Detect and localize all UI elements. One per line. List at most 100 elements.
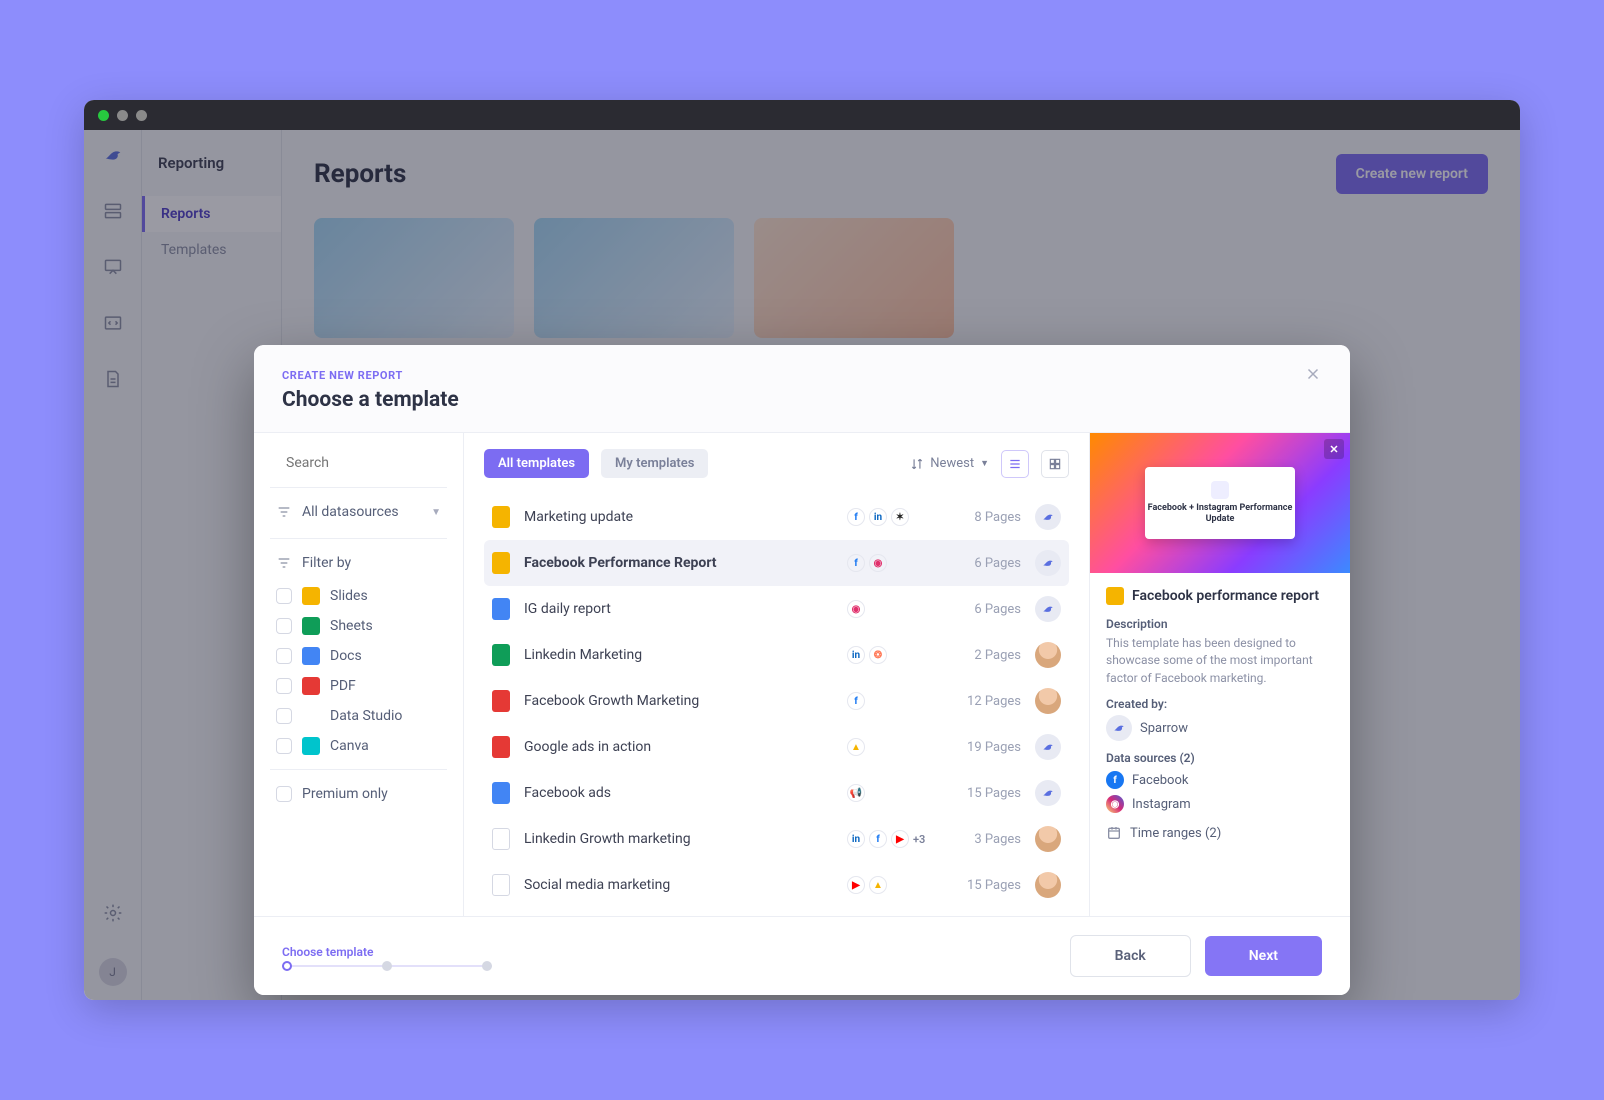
- back-button[interactable]: Back: [1070, 935, 1191, 977]
- source-icons: inf▶+3: [847, 830, 937, 848]
- window-min-dot[interactable]: [117, 110, 128, 121]
- created-by-label: Created by:: [1106, 697, 1334, 711]
- preview-close-icon[interactable]: [1324, 439, 1344, 459]
- ig-source-icon: ◉: [847, 600, 865, 618]
- window-close-dot[interactable]: [98, 110, 109, 121]
- ds-doc-icon: [492, 874, 510, 896]
- ds-icon: [302, 707, 320, 725]
- template-row[interactable]: Facebook ads 📢 15 Pages: [484, 770, 1069, 816]
- template-preview: Facebook + Instagram Performance Update …: [1090, 433, 1350, 916]
- step-dot-2: [382, 961, 392, 971]
- source-icons: f◉: [847, 554, 937, 572]
- template-row[interactable]: Linkedin Marketing in❂ 2 Pages: [484, 632, 1069, 678]
- page-count: 6 Pages: [951, 556, 1021, 571]
- fb-icon: f: [1106, 771, 1124, 789]
- filter-option-slides[interactable]: Slides: [270, 581, 447, 611]
- template-row[interactable]: Linkedin Growth marketing inf▶+3 3 Pages: [484, 816, 1069, 862]
- pdf-doc-icon: [492, 690, 510, 712]
- view-list-button[interactable]: [1001, 450, 1029, 478]
- creator-name: Sparrow: [1140, 721, 1188, 736]
- desc-text: This template has been designed to showc…: [1106, 635, 1334, 687]
- step-dot-1: [282, 961, 292, 971]
- filter-option-pdf[interactable]: PDF: [270, 671, 447, 701]
- view-grid-button[interactable]: [1041, 450, 1069, 478]
- datasource-name: Facebook: [1132, 773, 1188, 788]
- page-count: 12 Pages: [951, 694, 1021, 709]
- source-icons: ◉: [847, 600, 937, 618]
- preview-title: Facebook performance report: [1132, 588, 1319, 604]
- template-name: Social media marketing: [524, 877, 833, 893]
- mc-source-icon: ✶: [891, 508, 909, 526]
- checkbox[interactable]: [276, 618, 292, 634]
- owner-avatar: [1035, 780, 1061, 806]
- slides-icon: [302, 587, 320, 605]
- checkbox[interactable]: [276, 648, 292, 664]
- checkbox[interactable]: [276, 738, 292, 754]
- filter-option-docs[interactable]: Docs: [270, 641, 447, 671]
- filter-option-ds[interactable]: Data Studio: [270, 701, 447, 731]
- ga-source-icon: ▲: [847, 738, 865, 756]
- sort-dropdown[interactable]: Newest ▼: [910, 456, 989, 471]
- fb-source-icon: f: [847, 554, 865, 572]
- datasource-dropdown[interactable]: All datasources ▼: [270, 488, 447, 530]
- checkbox[interactable]: [276, 588, 292, 604]
- checkbox[interactable]: [276, 678, 292, 694]
- step-label: Choose template: [282, 945, 1070, 959]
- datasource-label: All datasources: [302, 504, 399, 520]
- source-icons: f: [847, 692, 937, 710]
- filter-by-label: Filter by: [302, 555, 351, 571]
- template-row[interactable]: Facebook Performance Report f◉ 6 Pages: [484, 540, 1069, 586]
- preview-hero-card: Facebook + Instagram Performance Update: [1145, 467, 1295, 539]
- slides-doc-icon: [492, 506, 510, 528]
- titlebar: [84, 100, 1520, 130]
- fb-source-icon: f: [869, 830, 887, 848]
- template-row[interactable]: Google ads in action ▲ 19 Pages: [484, 724, 1069, 770]
- template-name: IG daily report: [524, 601, 833, 617]
- filter-option-sheets[interactable]: Sheets: [270, 611, 447, 641]
- ann-source-icon: 📢: [847, 784, 865, 802]
- docs-doc-icon: [492, 782, 510, 804]
- template-name: Marketing update: [524, 509, 833, 525]
- tab-all-templates[interactable]: All templates: [484, 449, 589, 478]
- page-count: 19 Pages: [951, 740, 1021, 755]
- modal-title: Choose a template: [282, 388, 1322, 412]
- page-count: 3 Pages: [951, 832, 1021, 847]
- template-row[interactable]: Marketing update fin✶ 8 Pages: [484, 494, 1069, 540]
- template-list-panel: All templates My templates Newest ▼: [464, 433, 1090, 916]
- filter-sidebar: All datasources ▼ Filter by Slides Sheet…: [254, 433, 464, 916]
- filter-option-canva[interactable]: Canva: [270, 731, 447, 761]
- page-count: 6 Pages: [951, 602, 1021, 617]
- template-row[interactable]: Facebook Growth Marketing f 12 Pages: [484, 678, 1069, 724]
- owner-avatar: [1035, 550, 1061, 576]
- premium-label: Premium only: [302, 786, 388, 802]
- filter-option-label: Canva: [330, 738, 369, 754]
- template-row[interactable]: IG daily report ◉ 6 Pages: [484, 586, 1069, 632]
- chevron-down-icon: ▼: [431, 507, 441, 518]
- template-row[interactable]: Social media marketing ▶▲ 15 Pages: [484, 862, 1069, 908]
- close-icon[interactable]: [1304, 365, 1326, 387]
- calendar-icon: [1106, 825, 1122, 841]
- checkbox[interactable]: [276, 708, 292, 724]
- preview-hero: Facebook + Instagram Performance Update: [1090, 433, 1350, 573]
- next-button[interactable]: Next: [1205, 936, 1322, 976]
- template-name: Facebook ads: [524, 785, 833, 801]
- owner-avatar: [1035, 642, 1061, 668]
- sheets-icon: [302, 617, 320, 635]
- ig-icon: ◉: [1106, 795, 1124, 813]
- tab-my-templates[interactable]: My templates: [601, 449, 708, 478]
- filter-option-label: Docs: [330, 648, 362, 664]
- filter-icon: [276, 504, 292, 520]
- extra-sources-count: +3: [913, 833, 925, 846]
- slides-icon: [1106, 587, 1124, 605]
- premium-checkbox[interactable]: [276, 786, 292, 802]
- sort-label: Newest: [930, 456, 974, 471]
- search-input[interactable]: [286, 455, 464, 471]
- data-sources-label: Data sources (2): [1106, 751, 1334, 765]
- ga-source-icon: ▲: [869, 876, 887, 894]
- search-row: [270, 451, 447, 488]
- modal-header: CREATE NEW REPORT Choose a template: [254, 345, 1350, 433]
- preview-datasource: ◉Instagram: [1106, 795, 1334, 813]
- window-max-dot[interactable]: [136, 110, 147, 121]
- owner-avatar: [1035, 596, 1061, 622]
- page-count: 15 Pages: [951, 786, 1021, 801]
